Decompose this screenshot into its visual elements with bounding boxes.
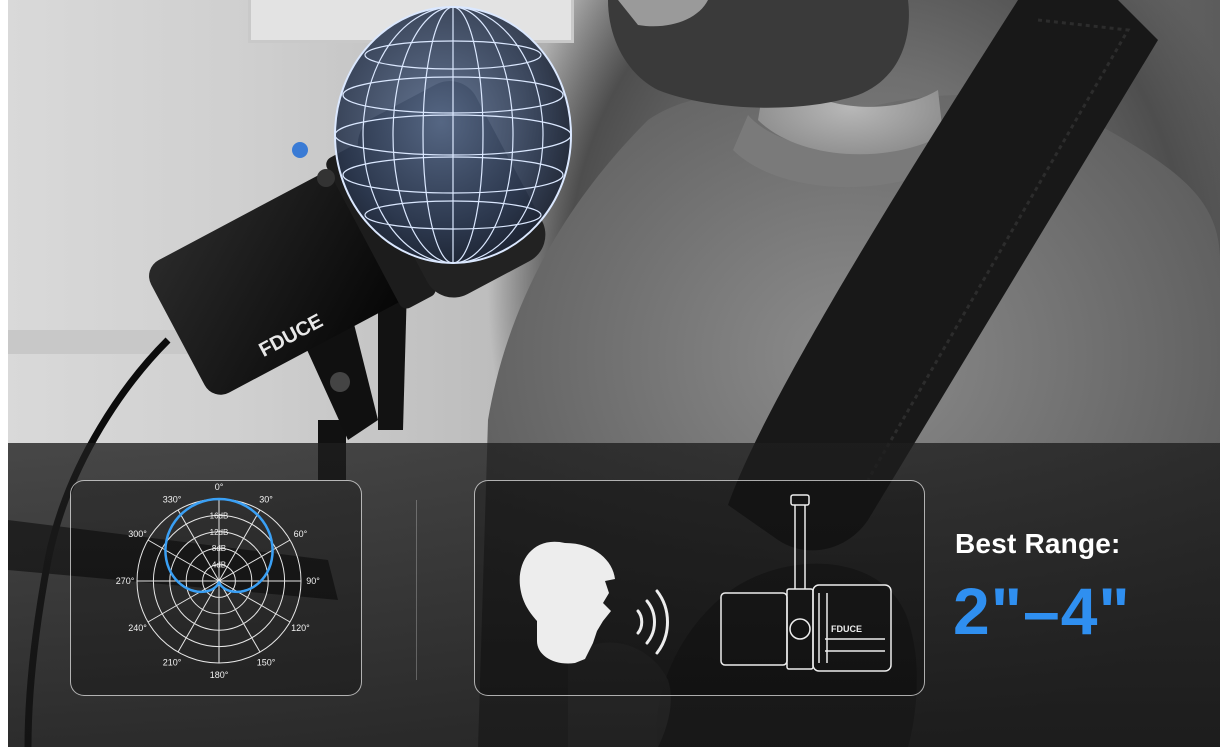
polar-angle-label: 330° bbox=[163, 495, 182, 505]
polar-sphere bbox=[334, 6, 572, 264]
sound-waves-icon bbox=[636, 589, 669, 655]
polar-spoke bbox=[147, 539, 220, 582]
polar-ring-label: 16dB bbox=[210, 511, 229, 520]
polar-angle-label: 180° bbox=[210, 670, 229, 680]
microphone-outline-icon bbox=[720, 494, 892, 672]
polar-angle-label: 270° bbox=[116, 576, 135, 586]
outline-brand-logo: FDUCE bbox=[831, 624, 862, 634]
polar-angle-label: 240° bbox=[128, 623, 147, 633]
polar-angle-label: 30° bbox=[259, 495, 273, 505]
mic-volume-knob bbox=[317, 169, 335, 187]
best-range-value: 2"–4" bbox=[953, 574, 1131, 648]
range-illustration-panel: FDUCE bbox=[474, 480, 925, 696]
polar-ring-label: 4dB bbox=[212, 561, 226, 570]
polar-angle-label: 0° bbox=[215, 482, 224, 492]
polar-ring-label: 12dB bbox=[210, 528, 229, 537]
polar-pattern-icon: 0° 30° 60° 90° 120° 150° 180° 210° 240° 270° 300° 3… bbox=[116, 482, 321, 680]
product-photo: FDUCE 0° 30° 60° 90° 120° 150° 180° 210° 240° 270… bbox=[8, 0, 1220, 747]
polar-angle-label: 60° bbox=[294, 529, 308, 539]
mic-mute-button bbox=[292, 142, 308, 158]
polar-ring-label: 8dB bbox=[212, 544, 226, 553]
best-range-title: Best Range: bbox=[955, 528, 1121, 559]
head-speaking-icon bbox=[519, 541, 615, 664]
polar-angle-label: 150° bbox=[257, 657, 276, 667]
polar-spoke bbox=[218, 539, 291, 582]
polar-angle-label: 90° bbox=[306, 576, 320, 586]
panel-divider bbox=[416, 500, 417, 680]
polar-angle-label: 120° bbox=[291, 623, 310, 633]
polar-angle-label: 210° bbox=[163, 657, 182, 667]
polar-angle-label: 300° bbox=[128, 529, 147, 539]
polar-pattern-panel: 0° 30° 60° 90° 120° 150° 180° 210° 240° 270° 300° 3… bbox=[70, 480, 362, 696]
range-illustration: FDUCE bbox=[519, 494, 892, 672]
